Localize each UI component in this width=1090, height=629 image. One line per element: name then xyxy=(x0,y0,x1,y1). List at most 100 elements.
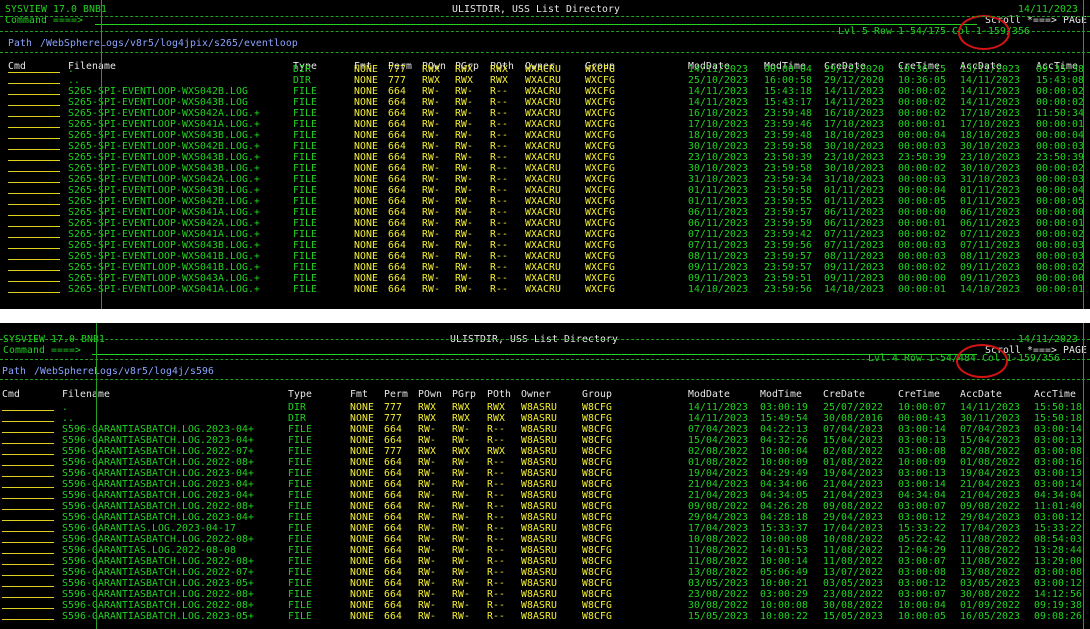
row-command-input[interactable] xyxy=(2,421,54,422)
cell-filename[interactable]: S265-SPI-EVENTLOOP-WXS041B.LOG.+ xyxy=(68,251,260,262)
row-command-input[interactable] xyxy=(2,608,54,609)
row-command-input[interactable] xyxy=(2,619,54,620)
cell-filename[interactable]: S265-SPI-EVENTLOOP-WXS043B.LOG.+ xyxy=(68,163,260,174)
row-command-input[interactable] xyxy=(8,83,60,84)
cell-filename[interactable]: S596-GARANTIASBATCH.LOG.2022-07+ xyxy=(62,567,254,578)
cell-filename[interactable]: S596-GARANTIASBATCH.LOG.2023-04+ xyxy=(62,435,254,446)
row-command-input[interactable] xyxy=(8,94,60,95)
cell-filename[interactable]: S596-GARANTIASBATCH.LOG.2022-07+ xyxy=(62,446,254,457)
column-header[interactable]: Filename xyxy=(68,61,116,72)
row-command-input[interactable] xyxy=(2,509,54,510)
column-header[interactable]: Filename xyxy=(62,389,110,400)
cell-filename[interactable]: S265-SPI-EVENTLOOP-WXS041B.LOG.+ xyxy=(68,262,260,273)
row-command-input[interactable] xyxy=(2,498,54,499)
cell-filename[interactable]: .. xyxy=(68,75,80,86)
row-command-input[interactable] xyxy=(2,586,54,587)
row-command-input[interactable] xyxy=(8,138,60,139)
row-command-input[interactable] xyxy=(8,281,60,282)
column-header[interactable]: Perm xyxy=(384,389,408,400)
column-header[interactable]: CreTime xyxy=(898,389,940,400)
row-command-input[interactable] xyxy=(8,193,60,194)
cell-filename[interactable]: S596-GARANTIASBATCH.LOG.2022-08+ xyxy=(62,589,254,600)
row-command-input[interactable] xyxy=(8,171,60,172)
row-command-input[interactable] xyxy=(8,116,60,117)
cell-filename[interactable]: S596-GARANTIAS.LOG.2023-04-17 xyxy=(62,523,236,534)
cell-filename[interactable]: S596-GARANTIASBATCH.LOG.2023-04+ xyxy=(62,468,254,479)
row-command-input[interactable] xyxy=(2,597,54,598)
row-command-input[interactable] xyxy=(8,149,60,150)
cell-filename[interactable]: S265-SPI-EVENTLOOP-WXS043B.LOG.+ xyxy=(68,240,260,251)
cell-filename[interactable]: S265-SPI-EVENTLOOP-WXS042B.LOG.+ xyxy=(68,196,260,207)
cell-filename[interactable]: S265-SPI-EVENTLOOP-WXS042B.LOG.+ xyxy=(68,141,260,152)
row-command-input[interactable] xyxy=(8,204,60,205)
row-command-input[interactable] xyxy=(2,454,54,455)
cell-filename[interactable]: S265-SPI-EVENTLOOP-WXS042A.LOG.+ xyxy=(68,218,260,229)
cell-filename[interactable]: S596-GARANTIASBATCH.LOG.2022-08+ xyxy=(62,556,254,567)
cell-filename[interactable]: S596-GARANTIASBATCH.LOG.2022-08+ xyxy=(62,534,254,545)
cell-filename[interactable]: S265-SPI-EVENTLOOP-WXS042A.LOG.+ xyxy=(68,174,260,185)
cell-filename[interactable]: S596-GARANTIASBATCH.LOG.2023-04+ xyxy=(62,424,254,435)
cell-filename[interactable]: S265-SPI-EVENTLOOP-WXS042B.LOG xyxy=(68,86,248,97)
cell-filename[interactable]: .. xyxy=(62,413,74,424)
cell-filename[interactable]: S265-SPI-EVENTLOOP-WXS043B.LOG.+ xyxy=(68,185,260,196)
cell-filename[interactable]: S596-GARANTIASBATCH.LOG.2022-08+ xyxy=(62,600,254,611)
row-command-input[interactable] xyxy=(2,575,54,576)
cell-filename[interactable]: S265-SPI-EVENTLOOP-WXS043A.LOG.+ xyxy=(68,273,260,284)
column-header[interactable]: PGrp xyxy=(452,389,476,400)
cell-filename[interactable]: S265-SPI-EVENTLOOP-WXS041A.LOG.+ xyxy=(68,284,260,295)
cell-filename[interactable]: S265-SPI-EVENTLOOP-WXS043B.LOG.+ xyxy=(68,152,260,163)
row-command-input[interactable] xyxy=(2,564,54,565)
row-command-input[interactable] xyxy=(8,292,60,293)
row-command-input[interactable] xyxy=(2,531,54,532)
row-command-input[interactable] xyxy=(2,476,54,477)
column-header[interactable]: POwn xyxy=(418,389,442,400)
command-input[interactable] xyxy=(92,354,977,355)
row-command-input[interactable] xyxy=(8,105,60,106)
cell-filename[interactable]: S596-GARANTIASBATCH.LOG.2023-04+ xyxy=(62,490,254,501)
row-command-input[interactable] xyxy=(2,553,54,554)
row-command-input[interactable] xyxy=(8,259,60,260)
column-header[interactable]: Cmd xyxy=(2,389,20,400)
row-command-input[interactable] xyxy=(8,127,60,128)
row-command-input[interactable] xyxy=(8,226,60,227)
cell-filename[interactable]: S596-GARANTIASBATCH.LOG.2023-04+ xyxy=(62,479,254,490)
column-header[interactable]: Cmd xyxy=(8,61,26,72)
cell-filename[interactable]: S596-GARANTIASBATCH.LOG.2022-08+ xyxy=(62,501,254,512)
column-header[interactable]: Owner xyxy=(521,389,551,400)
column-header[interactable]: ModDate xyxy=(688,389,730,400)
column-header[interactable]: ModTime xyxy=(760,389,802,400)
cell-filename[interactable]: . xyxy=(62,402,68,413)
cell-filename[interactable]: S596-GARANTIASBATCH.LOG.2023-05+ xyxy=(62,578,254,589)
row-command-input[interactable] xyxy=(2,410,54,411)
cell-filename[interactable]: S265-SPI-EVENTLOOP-WXS041A.LOG.+ xyxy=(68,207,260,218)
row-command-input[interactable] xyxy=(8,248,60,249)
row-command-input[interactable] xyxy=(2,542,54,543)
cell-filename[interactable]: S265-SPI-EVENTLOOP-WXS041A.LOG.+ xyxy=(68,229,260,240)
column-header[interactable]: AccDate xyxy=(960,389,1002,400)
column-header[interactable]: Type xyxy=(288,389,312,400)
column-header[interactable]: Fmt xyxy=(350,389,368,400)
command-input[interactable] xyxy=(95,24,977,25)
row-command-input[interactable] xyxy=(8,72,60,73)
row-command-input[interactable] xyxy=(2,432,54,433)
row-command-input[interactable] xyxy=(2,520,54,521)
column-header[interactable]: POth xyxy=(487,389,511,400)
column-header[interactable]: AccTime xyxy=(1034,389,1076,400)
row-command-input[interactable] xyxy=(8,182,60,183)
cell-filename[interactable]: S265-SPI-EVENTLOOP-WXS043B.LOG.+ xyxy=(68,130,260,141)
row-command-input[interactable] xyxy=(8,237,60,238)
cell-filename[interactable]: S265-SPI-EVENTLOOP-WXS043B.LOG xyxy=(68,97,248,108)
row-command-input[interactable] xyxy=(8,270,60,271)
cell-filename[interactable]: . xyxy=(68,64,74,75)
cell-filename[interactable]: S596-GARANTIASBATCH.LOG.2023-04+ xyxy=(62,512,254,523)
cell-filename[interactable]: S265-SPI-EVENTLOOP-WXS042A.LOG.+ xyxy=(68,108,260,119)
row-command-input[interactable] xyxy=(2,443,54,444)
row-command-input[interactable] xyxy=(2,487,54,488)
column-header[interactable]: Group xyxy=(582,389,612,400)
row-command-input[interactable] xyxy=(8,215,60,216)
row-command-input[interactable] xyxy=(2,465,54,466)
column-header[interactable]: CreDate xyxy=(823,389,865,400)
cell-filename[interactable]: S596-GARANTIASBATCH.LOG.2022-08+ xyxy=(62,457,254,468)
cell-filename[interactable]: S265-SPI-EVENTLOOP-WXS041A.LOG.+ xyxy=(68,119,260,130)
row-command-input[interactable] xyxy=(8,160,60,161)
